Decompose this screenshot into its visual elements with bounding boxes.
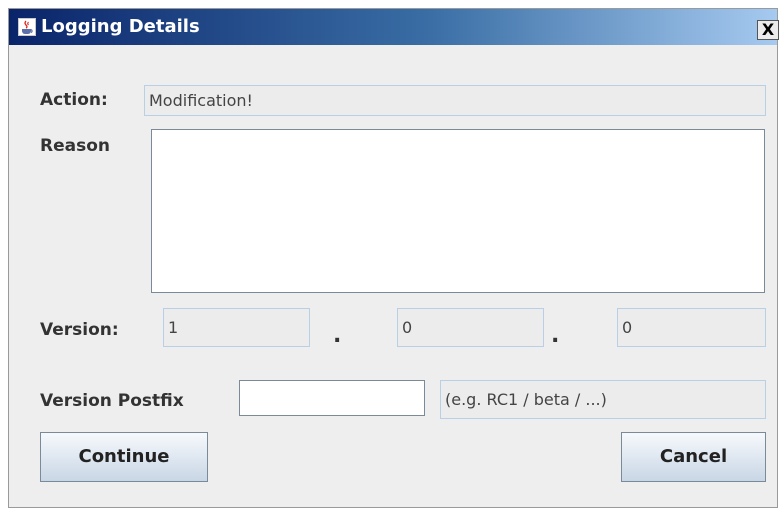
version-separator: .	[333, 323, 342, 348]
continue-button[interactable]: Continue	[40, 432, 208, 482]
window-title: Logging Details	[41, 16, 200, 37]
version-minor-field: 0	[397, 308, 544, 347]
version-major-field: 1	[163, 308, 310, 347]
close-button[interactable]: X	[757, 20, 779, 40]
version-postfix-label: Version Postfix	[40, 391, 184, 411]
action-field: Modification!	[144, 85, 766, 116]
cancel-button[interactable]: Cancel	[621, 432, 766, 482]
reason-label: Reason	[40, 136, 110, 156]
version-label: Version:	[40, 320, 119, 340]
title-bar[interactable]: Logging Details X	[9, 9, 779, 45]
java-cup-icon	[18, 18, 36, 36]
close-icon: X	[761, 20, 775, 39]
version-patch-field: 0	[617, 308, 766, 347]
version-postfix-hint: (e.g. RC1 / beta / ...)	[440, 380, 766, 419]
action-label: Action:	[40, 90, 108, 110]
version-separator: .	[551, 323, 560, 348]
logging-details-dialog: Logging Details X Action: Modification! …	[8, 8, 779, 508]
version-postfix-input[interactable]	[239, 380, 425, 416]
reason-textarea[interactable]	[151, 129, 765, 293]
